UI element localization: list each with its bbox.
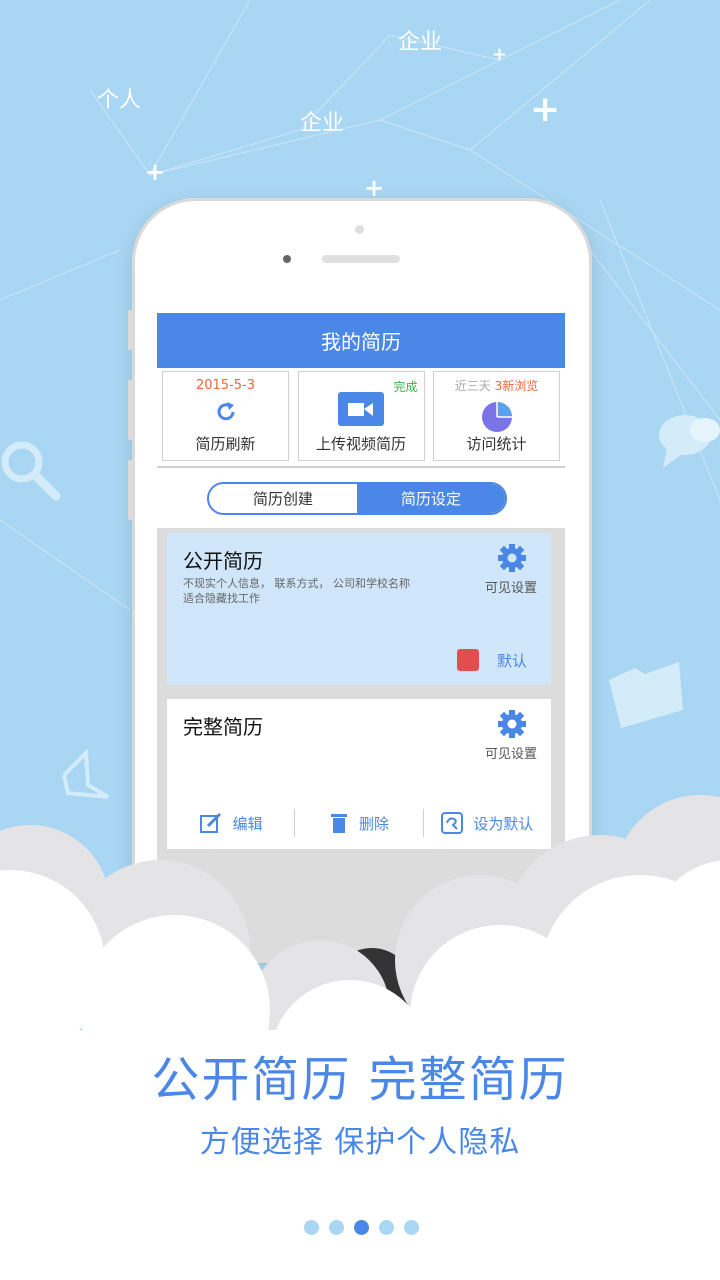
- promo-subline: 方便选择 保护个人隐私: [199, 1125, 521, 1160]
- page-dot[interactable]: [329, 1220, 344, 1235]
- page-indicator: [304, 1220, 429, 1235]
- page-dot-active[interactable]: [354, 1220, 369, 1235]
- page-dot[interactable]: [304, 1220, 319, 1235]
- promo-headline: 公开简历 完整简历: [151, 1052, 569, 1108]
- page-dot[interactable]: [404, 1220, 419, 1235]
- page-dot[interactable]: [379, 1220, 394, 1235]
